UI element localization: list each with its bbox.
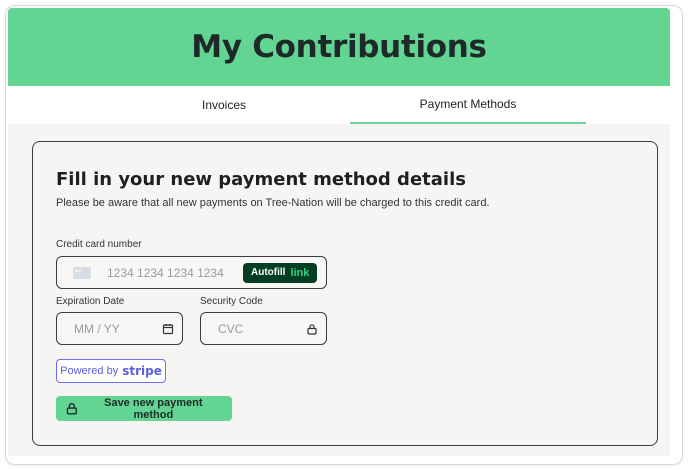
tab-invoices[interactable]: Invoices (106, 86, 342, 124)
powered-by-stripe-badge[interactable]: Powered by stripe (56, 359, 166, 383)
form-description: Please be aware that all new payments on… (56, 197, 490, 209)
lock-icon (307, 324, 317, 335)
page-header: My Contributions (8, 8, 670, 86)
security-code-label: Security Code (200, 296, 263, 307)
tab-payment-methods[interactable]: Payment Methods (350, 86, 586, 124)
tab-bar: Invoices Payment Methods (8, 86, 670, 124)
lock-icon (66, 402, 77, 415)
credit-card-label: Credit card number (56, 239, 142, 250)
cvc-input[interactable] (216, 320, 300, 337)
expiration-field[interactable] (56, 312, 183, 345)
autofill-link-button[interactable]: Autofill link (243, 262, 318, 283)
form-title: Fill in your new payment method details (56, 169, 466, 190)
page-title: My Contributions (191, 29, 487, 65)
save-payment-method-button[interactable]: Save new payment method (56, 396, 232, 421)
payment-form-card: Fill in your new payment method details … (32, 141, 658, 446)
security-code-field[interactable] (200, 312, 327, 345)
powered-by-text: Powered by (60, 365, 119, 377)
stripe-logo: stripe (122, 364, 162, 378)
link-logo: link (290, 266, 310, 279)
card-icon (73, 266, 91, 279)
expiration-input[interactable] (72, 320, 156, 337)
credit-card-field[interactable]: Autofill link (56, 256, 327, 289)
calendar-icon (162, 324, 174, 335)
save-button-label: Save new payment method (104, 396, 203, 421)
credit-card-input[interactable] (105, 264, 229, 281)
autofill-label: Autofill (251, 267, 286, 278)
expiration-label: Expiration Date (56, 296, 125, 307)
